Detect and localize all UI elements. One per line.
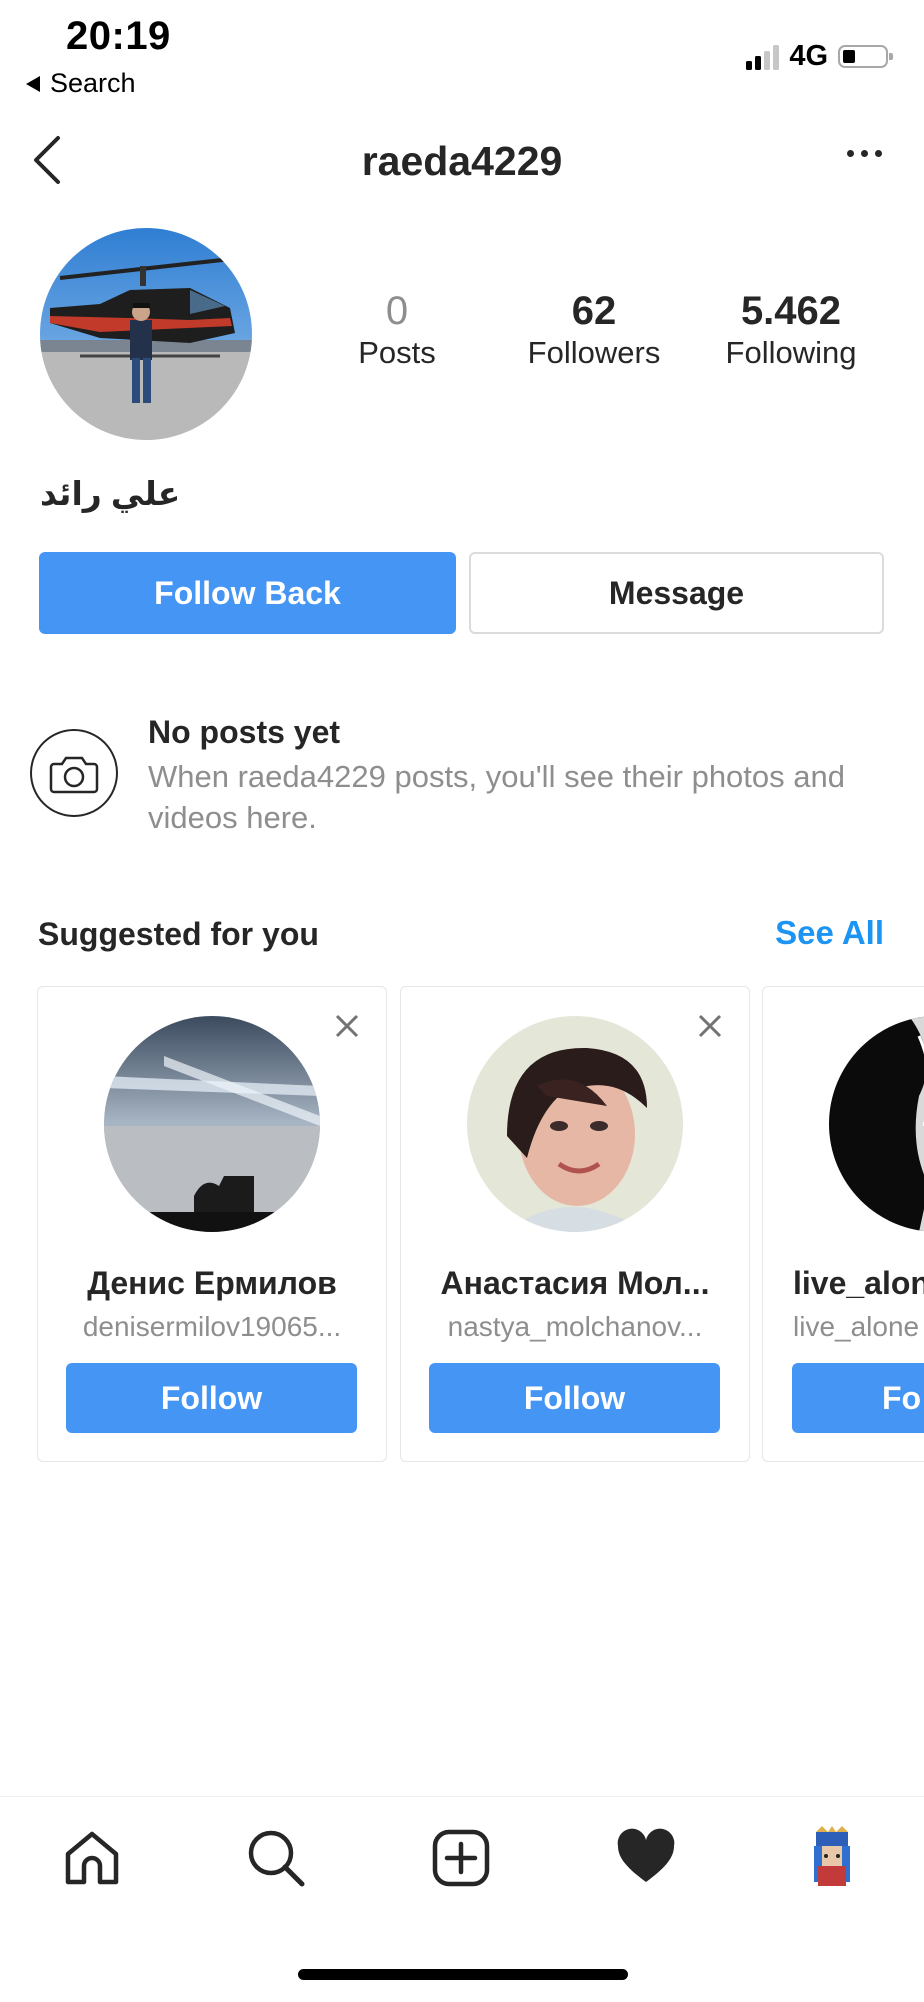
follow-button[interactable]: Follow bbox=[429, 1363, 720, 1433]
search-icon[interactable] bbox=[244, 1826, 308, 1890]
suggestion-avatar[interactable] bbox=[104, 1016, 320, 1232]
follow-button[interactable]: Follow bbox=[66, 1363, 357, 1433]
no-posts-title: No posts yet bbox=[148, 714, 341, 750]
suggestion-username: nastya_molchanov... bbox=[447, 1311, 703, 1342]
followers-stat[interactable]: 62 Followers bbox=[499, 288, 689, 372]
more-horizontal-icon bbox=[847, 150, 854, 157]
battery-icon bbox=[838, 45, 893, 68]
suggestion-name: Анастасия Мол... bbox=[440, 1265, 710, 1301]
back-triangle-icon bbox=[26, 75, 40, 92]
cellular-signal-icon bbox=[746, 44, 780, 70]
follow-back-button[interactable]: Follow Back bbox=[39, 552, 456, 634]
suggestion-card[interactable]: Денис Ермилов denisermilov19065... Follo… bbox=[37, 986, 387, 1462]
activity-heart-icon[interactable] bbox=[614, 1826, 678, 1890]
suggestion-avatar[interactable] bbox=[829, 1016, 924, 1232]
status-time: 20:19 bbox=[66, 14, 171, 58]
back-to-search[interactable]: Search bbox=[26, 68, 136, 99]
no-posts-description: When raeda4229 posts, you'll see their p… bbox=[148, 759, 845, 835]
profile-full-name: علي رائد bbox=[40, 475, 181, 512]
close-icon[interactable] bbox=[334, 1013, 360, 1039]
profile-avatar[interactable] bbox=[40, 228, 252, 440]
following-stat[interactable]: 5.462 Following bbox=[696, 288, 886, 372]
followers-label: Followers bbox=[527, 335, 661, 370]
status-right: 4G bbox=[746, 40, 893, 73]
helicopter-photo bbox=[40, 228, 252, 440]
network-type: 4G bbox=[789, 40, 828, 72]
close-icon[interactable] bbox=[697, 1013, 723, 1039]
suggested-title: Suggested for you bbox=[38, 916, 319, 952]
following-label: Following bbox=[725, 335, 857, 370]
message-button[interactable]: Message bbox=[469, 552, 884, 634]
following-count: 5.462 bbox=[740, 289, 842, 333]
posts-label: Posts bbox=[358, 335, 436, 370]
suggestion-avatar[interactable] bbox=[467, 1016, 683, 1232]
page-title: raeda4229 bbox=[361, 138, 563, 184]
suggestion-username: live_alone bbox=[793, 1311, 920, 1342]
posts-stat[interactable]: 0 Posts bbox=[302, 288, 492, 372]
more-options-button[interactable] bbox=[847, 150, 882, 157]
suggestion-card[interactable]: Анастасия Мол... nastya_molchanov... Fol… bbox=[400, 986, 750, 1462]
suggestion-name: live_alon bbox=[793, 1265, 924, 1301]
suggestion-name: Денис Ермилов bbox=[87, 1265, 337, 1301]
concert-photo bbox=[104, 1016, 320, 1232]
woman-portrait-photo bbox=[467, 1016, 683, 1232]
dark-figure-photo bbox=[829, 1016, 924, 1232]
new-post-icon[interactable] bbox=[429, 1826, 493, 1890]
posts-count: 0 bbox=[385, 289, 409, 333]
suggestion-username: denisermilov19065... bbox=[82, 1311, 342, 1342]
see-all-link[interactable]: See All bbox=[775, 914, 884, 952]
back-to-search-label: Search bbox=[50, 68, 136, 98]
followers-count: 62 bbox=[571, 289, 617, 333]
profile-avatar-icon[interactable] bbox=[800, 1826, 864, 1890]
suggestion-card[interactable]: live_alon live_alone Fo bbox=[762, 986, 924, 1462]
home-indicator[interactable] bbox=[298, 1969, 628, 1980]
camera-icon bbox=[30, 729, 118, 817]
follow-button[interactable]: Fo bbox=[792, 1363, 924, 1433]
home-icon[interactable] bbox=[60, 1826, 124, 1890]
